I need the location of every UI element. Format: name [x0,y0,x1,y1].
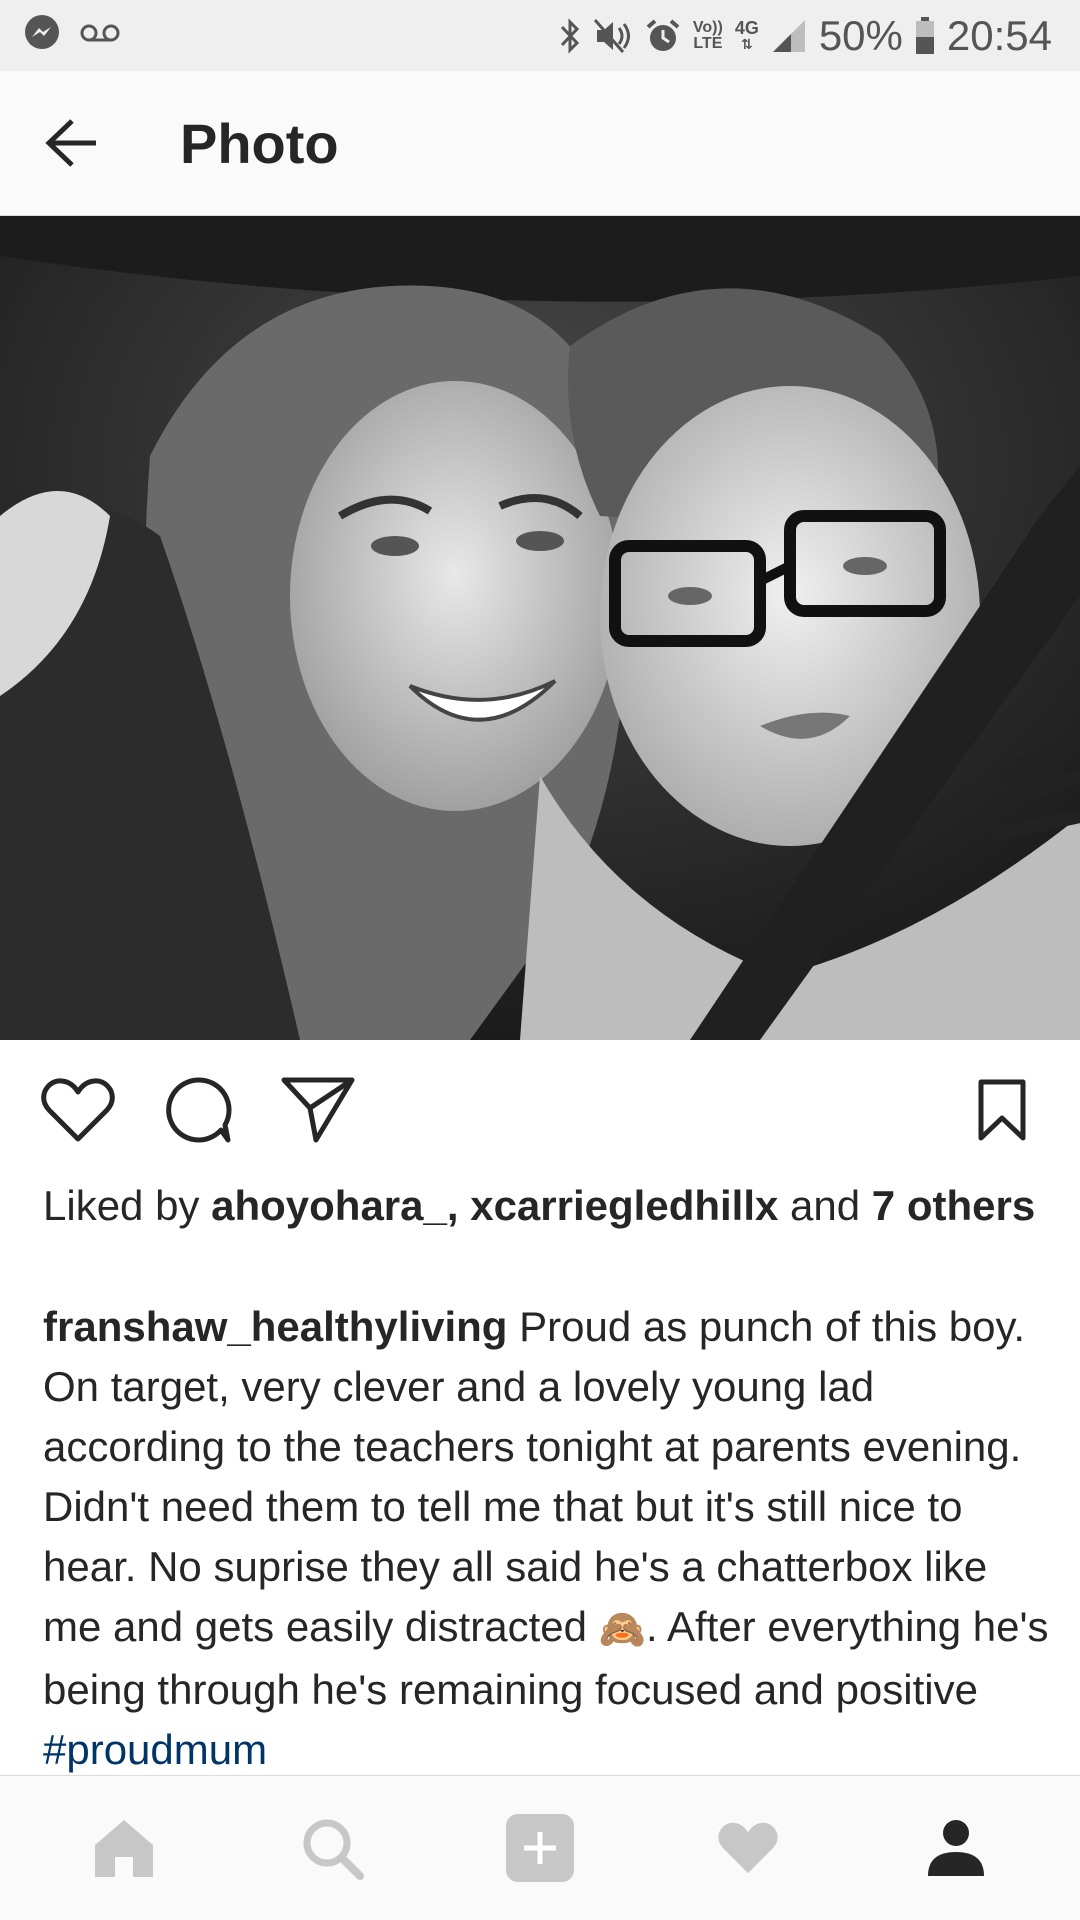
bottom-navigation [0,1775,1080,1920]
likes-summary: Liked by ahoyohara_, xcarriegledhillx an… [43,1178,1043,1233]
page-title: Photo [180,111,339,175]
comment-button[interactable] [158,1070,238,1150]
back-button[interactable] [22,93,122,193]
nav-profile-button[interactable] [906,1798,1006,1898]
volte-indicator: Vo)) LTE [692,18,723,52]
see-no-evil-monkey-emoji: 🙈 [598,1608,646,1651]
messenger-icon [22,13,62,58]
post-photo[interactable] [0,216,1080,1040]
mute-icon [593,18,633,54]
bluetooth-icon [559,17,581,55]
nav-search-button[interactable] [282,1798,382,1898]
add-post-icon [506,1814,574,1882]
likes-prefix: Liked by [43,1182,212,1229]
nav-home-button[interactable] [74,1798,174,1898]
likes-and: and [778,1182,872,1229]
home-icon [95,1820,153,1877]
clock: 20:54 [946,11,1052,59]
signal-icon [771,18,807,54]
app-bar: Photo [0,71,1080,216]
likes-separator: , [446,1182,471,1229]
battery-icon [915,16,935,55]
caption-text: Proud as punch of this boy. On target, v… [43,1303,1026,1650]
back-arrow-icon [45,119,96,167]
like-button[interactable] [38,1070,118,1150]
heart-icon [718,1822,778,1874]
nav-new-post-button[interactable] [490,1798,590,1898]
bookmark-icon [978,1079,1026,1141]
profile-icon [928,1820,984,1876]
network-type-indicator: 4G ⇅ [734,17,759,52]
status-bar: Vo)) LTE 4G ⇅ 50% 20:54 [0,0,1080,71]
likes-others-link[interactable]: 7 others [872,1182,1035,1229]
search-icon [303,1819,364,1880]
alarm-icon [645,18,681,54]
battery-percent: 50% [818,11,903,59]
share-button[interactable] [278,1070,358,1150]
save-button[interactable] [962,1070,1042,1150]
caption-username[interactable]: franshaw_healthyliving [43,1303,507,1350]
heart-icon [41,1078,115,1142]
send-icon [281,1077,355,1143]
post-actions [0,1040,1080,1180]
post-caption: franshaw_healthyliving Proud as punch of… [43,1297,1053,1780]
voicemail-icon [80,22,120,49]
comment-icon [166,1077,232,1143]
liker-username[interactable]: xcarriegledhillx [470,1182,778,1229]
caption-hashtag[interactable]: #proudmum [43,1726,267,1773]
nav-activity-button[interactable] [698,1798,798,1898]
liker-username[interactable]: ahoyohara_ [211,1182,447,1229]
